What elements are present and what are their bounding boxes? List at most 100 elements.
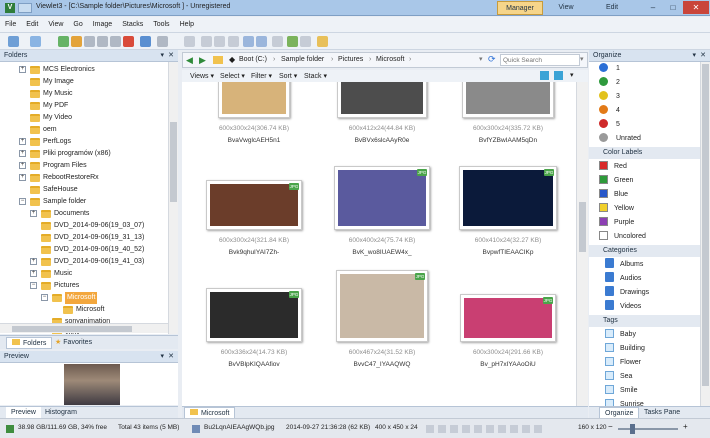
- stack-menu[interactable]: Stack ▾: [304, 72, 327, 80]
- categories-section[interactable]: Categories: [589, 245, 701, 257]
- color-label-item[interactable]: Red: [599, 160, 627, 173]
- menu-file[interactable]: File: [0, 17, 21, 33]
- new-icon[interactable]: [8, 36, 19, 47]
- mode-edit-tab[interactable]: Edit: [589, 1, 635, 15]
- tree-item[interactable]: − Microsoft: [0, 292, 168, 304]
- preview-close-icon[interactable]: ✕: [168, 351, 174, 363]
- menu-edit[interactable]: Edit: [21, 17, 43, 33]
- category-item[interactable]: Drawings: [605, 286, 649, 299]
- close-button[interactable]: ✕: [683, 1, 709, 14]
- tree-item[interactable]: − Pictures: [0, 280, 168, 292]
- mode-view-tab[interactable]: View: [543, 1, 589, 15]
- thumbnail-tile[interactable]: 600x412x24(44.84 KB) BvBVx6slcAAyR0e: [316, 82, 448, 178]
- panel-pin-icon[interactable]: ▾: [160, 50, 164, 62]
- collapse-icon[interactable]: −: [19, 198, 26, 205]
- tree-item[interactable]: + Program Files: [0, 160, 168, 172]
- thumbnail-tile[interactable]: JPG 600x300x24(321.84 KB) Bvk9qhuIYAI7Zh-: [188, 180, 320, 290]
- expand-icon[interactable]: +: [19, 150, 26, 157]
- scroll-thumb[interactable]: [170, 122, 177, 202]
- viewbar-overflow-icon[interactable]: ▾: [570, 71, 574, 79]
- window-menu-icon[interactable]: [18, 3, 32, 13]
- tree-item[interactable]: DVD_2014-09-06(19_40_52): [0, 244, 168, 256]
- tree-item[interactable]: + RebootRestoreRx: [0, 172, 168, 184]
- crumb-sample-folder[interactable]: Sample folder: [281, 56, 324, 63]
- organize-close-icon[interactable]: ✕: [700, 50, 706, 62]
- slideshow-icon[interactable]: [157, 36, 168, 47]
- copy-icon[interactable]: [71, 36, 82, 47]
- tree-item[interactable]: DVD_2014-09-06(19_31_13): [0, 232, 168, 244]
- tree-item[interactable]: oem: [0, 124, 168, 136]
- rating-item[interactable]: 3: [599, 90, 620, 103]
- tree-item[interactable]: SafeHouse: [0, 184, 168, 196]
- rating-item[interactable]: 5: [599, 118, 620, 131]
- views-menu[interactable]: Views ▾: [190, 72, 214, 80]
- rating-item[interactable]: 1: [599, 62, 620, 75]
- thumbnail-tile[interactable]: JPG 600x336x24(14.73 KB) BvVBlpKIQAAfiov: [188, 288, 320, 402]
- organize-scroll-thumb[interactable]: [702, 64, 709, 386]
- thumbnail-tile[interactable]: JPG 600x410x24(32.27 KB) BvpwfTIEAACIKp: [442, 166, 574, 290]
- up-folder-icon[interactable]: [213, 56, 223, 64]
- print-icon[interactable]: [201, 36, 212, 47]
- rotate-right-icon[interactable]: [256, 36, 267, 47]
- tag-item[interactable]: Baby: [605, 328, 636, 341]
- tree-item[interactable]: + Documents: [0, 208, 168, 220]
- menu-view[interactable]: View: [43, 17, 68, 33]
- open-folder-icon[interactable]: [58, 36, 69, 47]
- folder-tree-scrollbar[interactable]: [168, 62, 178, 334]
- crumb-microsoft[interactable]: Microsoft: [376, 56, 404, 63]
- hscroll-thumb[interactable]: [12, 326, 132, 332]
- thumbnail-tile[interactable]: 600x300x24(335.72 KB) BvfYZBwIAAM5qDn: [442, 82, 574, 178]
- tag-item[interactable]: Building: [605, 342, 645, 355]
- menu-help[interactable]: Help: [175, 17, 199, 33]
- sort-menu[interactable]: Sort ▾: [279, 72, 297, 80]
- maximize-button[interactable]: □: [663, 1, 683, 14]
- tree-item[interactable]: Microsoft: [0, 304, 168, 316]
- wallpaper-icon[interactable]: [317, 36, 328, 47]
- menu-go[interactable]: Go: [68, 17, 87, 33]
- expand-icon[interactable]: +: [30, 258, 37, 265]
- details-view-icon[interactable]: [554, 71, 563, 80]
- thumb-size-slider[interactable]: [618, 424, 678, 434]
- tree-item[interactable]: − Sample folder: [0, 196, 168, 208]
- tag-item[interactable]: Flower: [605, 356, 641, 369]
- quick-search-input[interactable]: [500, 54, 580, 66]
- scan-icon[interactable]: [214, 36, 225, 47]
- zoom-in-icon[interactable]: +: [683, 422, 688, 431]
- batch-icon[interactable]: [300, 36, 311, 47]
- rating-item[interactable]: Unrated: [599, 132, 641, 145]
- organize-scrollbar[interactable]: [700, 62, 710, 406]
- tree-item[interactable]: My PDF: [0, 100, 168, 112]
- rating-item[interactable]: 2: [599, 76, 620, 89]
- color-label-item[interactable]: Purple: [599, 216, 634, 229]
- thumbnail-scrollbar[interactable]: [576, 82, 588, 406]
- settings-icon[interactable]: [30, 36, 41, 47]
- rotate-left-icon[interactable]: [243, 36, 254, 47]
- compare-icon[interactable]: [272, 36, 283, 47]
- thumbnail-scroll-thumb[interactable]: [579, 202, 586, 252]
- thumbnail-tile[interactable]: 600x300x24(306.74 KB) BvaVwglcAEH5n1: [188, 82, 320, 178]
- crumb-pictures[interactable]: Pictures: [338, 56, 363, 63]
- tree-item[interactable]: DVD_2014-09-06(19_03_07): [0, 220, 168, 232]
- select-menu[interactable]: Select ▾: [220, 72, 245, 80]
- preview-pin-icon[interactable]: ▾: [160, 351, 164, 363]
- tree-item[interactable]: My Image: [0, 76, 168, 88]
- color-label-item[interactable]: Green: [599, 174, 633, 187]
- tab-favorites[interactable]: ★ Favorites: [50, 337, 97, 349]
- color-labels-section[interactable]: Color Labels: [589, 147, 701, 159]
- tree-item[interactable]: + PerfLogs: [0, 136, 168, 148]
- thumbnail-tile[interactable]: JPG 600x467x24(31.52 KB) BvvC47_IYAAQWQ: [316, 270, 448, 402]
- expand-icon[interactable]: +: [30, 210, 37, 217]
- tree-item[interactable]: + Music: [0, 268, 168, 280]
- search-dropdown-icon[interactable]: ▾: [580, 55, 584, 63]
- tag-item[interactable]: Sea: [605, 370, 632, 383]
- mode-manager-tab[interactable]: Manager: [497, 1, 543, 15]
- delete-icon[interactable]: [123, 36, 134, 47]
- thumbnail-tile[interactable]: JPG 600x300x24(291.66 KB) Bv_pH7xIYAAoOiU: [442, 294, 574, 402]
- organize-pin-icon[interactable]: ▾: [692, 50, 696, 62]
- menu-image[interactable]: Image: [88, 17, 117, 33]
- category-item[interactable]: Albums: [605, 258, 643, 271]
- collapse-icon[interactable]: −: [30, 282, 37, 289]
- crumb-boot[interactable]: Boot (C:): [239, 56, 267, 63]
- menu-tools[interactable]: Tools: [148, 17, 174, 33]
- rating-item[interactable]: 4: [599, 104, 620, 117]
